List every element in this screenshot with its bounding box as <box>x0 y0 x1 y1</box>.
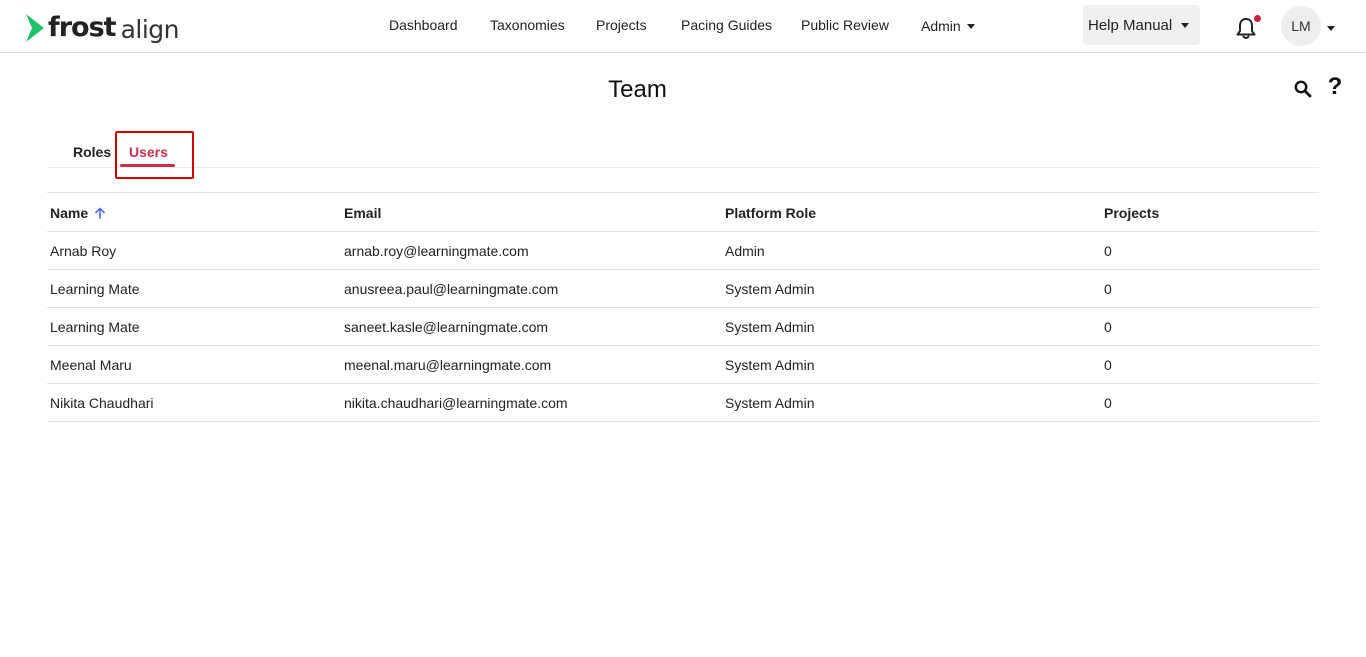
column-header-name[interactable]: Name <box>50 205 106 221</box>
nav-admin-dropdown[interactable]: Admin <box>921 18 975 34</box>
column-header-email[interactable]: Email <box>344 205 381 221</box>
notification-badge <box>1254 15 1261 22</box>
table-row[interactable]: Learning Mate anusreea.paul@learningmate… <box>47 270 1319 308</box>
cell-name: Arnab Roy <box>50 243 117 259</box>
page-title: Team <box>608 76 667 103</box>
column-header-platform-role[interactable]: Platform Role <box>725 205 816 221</box>
logo-brand-bold: frost <box>48 11 117 43</box>
arrow-up-icon[interactable] <box>94 207 106 219</box>
nav-taxonomies[interactable]: Taxonomies <box>490 17 565 33</box>
nav-pacing-guides[interactable]: Pacing Guides <box>681 17 772 33</box>
cell-email: meenal.maru@learningmate.com <box>344 357 552 373</box>
cell-projects: 0 <box>1104 319 1112 335</box>
avatar[interactable]: LM <box>1281 6 1321 46</box>
chevron-down-icon[interactable] <box>1327 26 1335 31</box>
chevron-right-logo-icon <box>26 14 44 42</box>
nav-admin-label: Admin <box>921 18 961 34</box>
cell-name: Learning Mate <box>50 281 140 297</box>
help-manual-dropdown[interactable]: Help Manual <box>1083 5 1200 45</box>
cell-projects: 0 <box>1104 395 1112 411</box>
nav-public-review[interactable]: Public Review <box>801 17 889 33</box>
cell-projects: 0 <box>1104 281 1112 297</box>
table-row[interactable]: Nikita Chaudhari nikita.chaudhari@learni… <box>47 384 1319 422</box>
top-navbar: frost align Dashboard Taxonomies Project… <box>0 0 1366 53</box>
logo-brand-light: align <box>120 14 180 44</box>
cell-projects: 0 <box>1104 357 1112 373</box>
cell-email: saneet.kasle@learningmate.com <box>344 319 549 335</box>
chevron-down-icon <box>1181 22 1190 28</box>
table-row[interactable]: Meenal Maru meenal.maru@learningmate.com… <box>47 346 1319 384</box>
cell-projects: 0 <box>1104 243 1112 259</box>
cell-platform-role: System Admin <box>725 281 815 297</box>
table-row[interactable]: Arnab Roy arnab.roy@learningmate.com Adm… <box>47 232 1319 270</box>
nav-projects[interactable]: Projects <box>596 17 647 33</box>
avatar-initials: LM <box>1291 18 1311 34</box>
cell-email: nikita.chaudhari@learningmate.com <box>344 395 568 411</box>
tab-roles[interactable]: Roles <box>73 144 111 160</box>
table-row[interactable]: Learning Mate saneet.kasle@learningmate.… <box>47 308 1319 346</box>
cell-email: anusreea.paul@learningmate.com <box>344 281 559 297</box>
help-icon[interactable]: ? <box>1326 74 1344 100</box>
cell-platform-role: Admin <box>725 243 765 259</box>
help-manual-label: Help Manual <box>1088 16 1173 34</box>
tab-users-highlight <box>115 131 194 179</box>
frost-align-logo[interactable]: frost align <box>24 11 180 45</box>
tab-bar: Roles Users <box>47 130 1319 168</box>
users-table: Name Email Platform Role Projects Arnab … <box>47 192 1319 422</box>
cell-name: Nikita Chaudhari <box>50 395 154 411</box>
column-header-projects[interactable]: Projects <box>1104 205 1159 221</box>
search-icon[interactable] <box>1294 80 1312 98</box>
cell-platform-role: System Admin <box>725 395 815 411</box>
chevron-down-icon <box>966 24 975 29</box>
column-header-name-label: Name <box>50 205 89 221</box>
cell-name: Learning Mate <box>50 319 140 335</box>
nav-dashboard[interactable]: Dashboard <box>389 17 458 33</box>
cell-email: arnab.roy@learningmate.com <box>344 243 529 259</box>
cell-name: Meenal Maru <box>50 357 132 373</box>
cell-platform-role: System Admin <box>725 357 815 373</box>
table-header: Name Email Platform Role Projects <box>47 193 1319 232</box>
cell-platform-role: System Admin <box>725 319 815 335</box>
